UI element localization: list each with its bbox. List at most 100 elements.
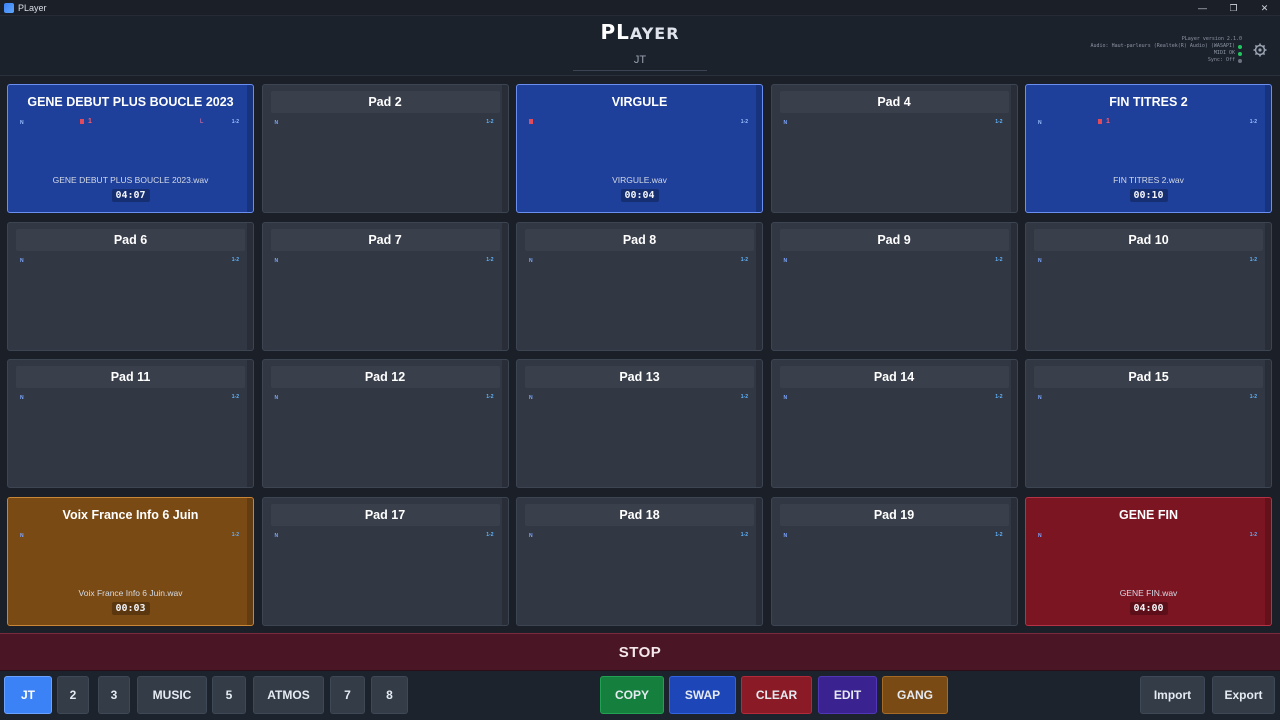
pad-16[interactable]: Voix France Info 6 Juin N 1-2 Voix France I…: [7, 496, 254, 626]
window-controls: — ❐ ✕: [1187, 0, 1280, 16]
pad-output-channels: 1-2: [231, 256, 239, 263]
pad-title: Pad 12: [364, 370, 406, 385]
pad-output-channels: 1-2: [1249, 256, 1257, 263]
pad-15[interactable]: Pad 15 N 1-2: [1025, 359, 1272, 489]
bank-tab-7[interactable]: 7: [330, 676, 365, 714]
pad-13[interactable]: Pad 13 N 1-2: [516, 359, 763, 489]
pad-file-name: GENE FIN.wav: [1119, 587, 1178, 598]
pad-duration: 00:03: [111, 601, 150, 615]
pad-file-name: VIRGULE.wav: [612, 175, 667, 185]
pad-2[interactable]: Pad 2 N 1-2: [261, 84, 509, 213]
pad-title: Pad 15: [1128, 370, 1169, 385]
status-audio: Audio: Haut-parleurs (Realtek(R) Audio) …: [1090, 43, 1236, 49]
app-header: PLAYER JT PLayer version 2.1.0 Audio: Ha…: [0, 16, 1280, 76]
pad-20[interactable]: GENE FIN N 1-2 GENE FIN.wav 04:00: [1025, 496, 1272, 626]
bank-tab-8[interactable]: 8: [371, 676, 408, 714]
stop-button[interactable]: STOP: [0, 633, 1280, 671]
pad-output-channels: 1-2: [486, 394, 494, 401]
pad-output-channels: 1-2: [231, 119, 239, 125]
pad-output-channels: 1-2: [1249, 394, 1257, 401]
pad-title: Pad 7: [368, 232, 402, 247]
pad-1[interactable]: GENE DEBUT PLUS BOUCLE 2023 N 1 L 1-2 GENE DE…: [7, 84, 254, 213]
pad-mode-tag: N: [274, 395, 279, 402]
pad-title: GENE DEBUT PLUS BOUCLE 2023: [27, 95, 234, 109]
status-midi-line: MIDI OK: [1091, 50, 1242, 57]
close-button[interactable]: ✕: [1249, 0, 1280, 16]
pad-14[interactable]: Pad 14 N 1-2: [770, 359, 1018, 489]
pad-mode-tag: N: [20, 395, 24, 402]
pad-17[interactable]: Pad 17 N 1-2: [261, 496, 509, 626]
edit-button[interactable]: EDIT: [818, 676, 877, 714]
window-title: PLayer: [18, 2, 47, 13]
bank-tab-5[interactable]: 5: [212, 676, 246, 714]
pad-duration: 00:04: [620, 189, 659, 202]
pad-19[interactable]: Pad 19 N 1-2: [770, 496, 1018, 626]
pad-file-name: Voix France Info 6 Juin.wav: [78, 587, 183, 598]
pad-10[interactable]: Pad 10 N 1-2: [1025, 221, 1272, 351]
status-midi: MIDI OK: [1213, 50, 1235, 56]
bank-tab-3[interactable]: 3: [98, 676, 130, 714]
pad-mode-tag: N: [529, 257, 533, 264]
pad-18[interactable]: Pad 18 N 1-2: [516, 496, 763, 626]
gang-button[interactable]: GANG: [882, 676, 948, 714]
pad-output-channels: 1-2: [1249, 119, 1257, 125]
pad-title: Pad 2: [368, 95, 402, 109]
pad-title: Pad 10: [1128, 232, 1169, 247]
status-sync-line: Sync: Off: [1091, 57, 1242, 64]
pad-mode-tag: N: [783, 395, 788, 402]
pad-mode-tag: N: [1038, 257, 1042, 264]
pad-mode-tag: N: [1038, 120, 1042, 126]
swap-button[interactable]: SWAP: [669, 676, 736, 714]
pad-5[interactable]: FIN TITRES 2 N 1 1-2 FIN TITRES 2.wav 00:10: [1025, 84, 1272, 213]
pad-title: Pad 19: [873, 507, 915, 522]
pad-7[interactable]: Pad 7 N 1-2: [261, 221, 509, 351]
minimize-button[interactable]: —: [1187, 0, 1218, 16]
pad-12[interactable]: Pad 12 N 1-2: [261, 359, 509, 489]
pad-title: Pad 11: [110, 370, 151, 385]
pad-9[interactable]: Pad 9 N 1-2: [770, 221, 1018, 351]
pad-title: Pad 18: [619, 507, 660, 522]
bank-tab-music[interactable]: MUSIC: [137, 676, 207, 714]
bank-tab-jt[interactable]: JT: [4, 676, 52, 714]
pad-output-channels: 1-2: [740, 394, 748, 401]
app-icon: [4, 2, 14, 13]
bank-tab-2[interactable]: 2: [57, 676, 89, 714]
pad-8[interactable]: Pad 8 N 1-2: [516, 221, 763, 351]
clear-button[interactable]: CLEAR: [741, 676, 812, 714]
pad-output-channels: 1-2: [486, 531, 494, 538]
bank-tab-atmos[interactable]: ATMOS: [253, 676, 324, 714]
pad-title: Pad 17: [364, 507, 406, 522]
pad-output-channels: 1-2: [995, 119, 1003, 125]
pad-mode-tag: N: [529, 395, 533, 402]
pad-11[interactable]: Pad 11 N 1-2: [7, 359, 254, 489]
copy-button[interactable]: COPY: [600, 676, 664, 714]
pad-loop-count: 1: [88, 118, 92, 125]
app-logo: PLAYER: [0, 20, 1280, 44]
pad-title: Voix France Info 6 Juin: [62, 507, 199, 522]
pad-4[interactable]: Pad 4 N 1-2: [770, 84, 1018, 213]
pad-title: Pad 6: [113, 232, 148, 247]
pad-mode-tag: N: [20, 257, 24, 264]
bottom-toolbar: JT 2 3 MUSIC 5 ATMOS 7 8 COPY SWAP CLEAR…: [0, 671, 1280, 720]
pad-output-channels: 1-2: [995, 394, 1003, 401]
restore-button[interactable]: ❐: [1218, 0, 1249, 16]
sync-status-indicator: [1238, 58, 1242, 63]
pad-title: FIN TITRES 2: [1109, 95, 1188, 109]
status-panel: PLayer version 2.1.0 Audio: Haut-parleur…: [1090, 36, 1242, 64]
pad-output-channels: 1-2: [740, 119, 748, 125]
pad-output-channels: 1-2: [1249, 531, 1257, 538]
pad-loop-end-marker: L: [200, 119, 204, 125]
status-version: PLayer version 2.1.0: [1181, 36, 1242, 42]
pad-duration: 00:10: [1129, 189, 1168, 202]
pad-output-channels: 1-2: [995, 531, 1003, 538]
gear-icon: [1253, 43, 1267, 57]
pad-output-channels: 1-2: [740, 531, 748, 538]
pad-3[interactable]: VIRGULE 1-2 VIRGULE.wav 00:04: [516, 84, 763, 213]
import-button[interactable]: Import: [1140, 676, 1205, 714]
pad-output-channels: 1-2: [740, 256, 748, 263]
pad-mode-tag: N: [783, 257, 788, 264]
pad-6[interactable]: Pad 6 N 1-2: [7, 221, 254, 351]
pad-duration: 04:07: [111, 189, 150, 202]
settings-button[interactable]: [1252, 42, 1268, 58]
export-button[interactable]: Export: [1212, 676, 1275, 714]
